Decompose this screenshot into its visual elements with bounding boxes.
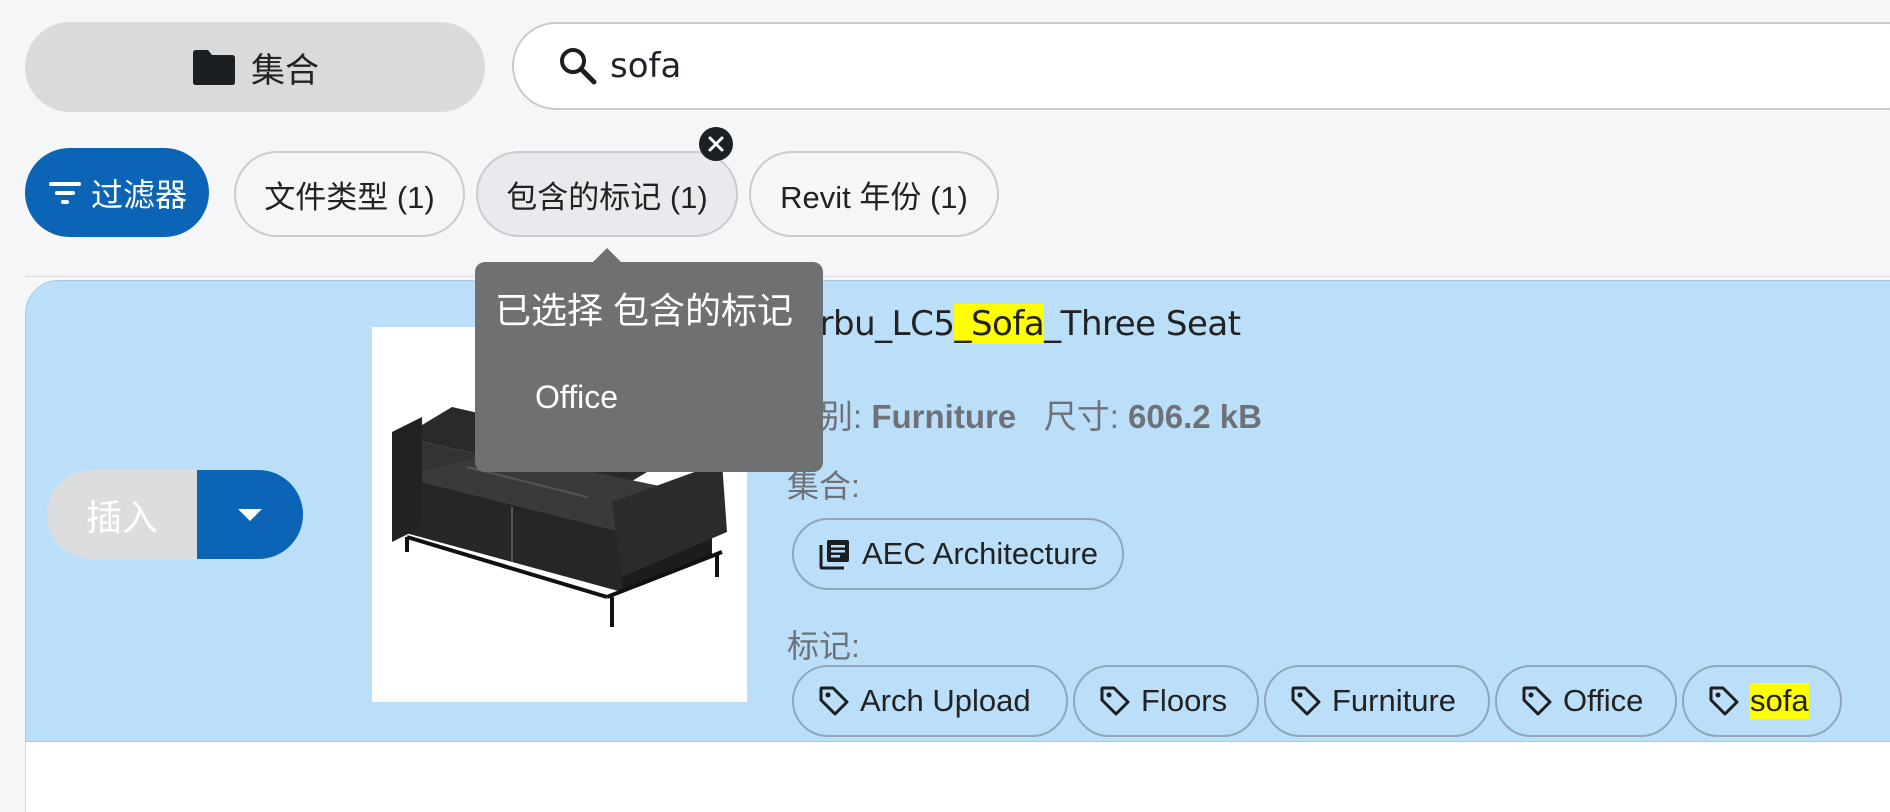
collection-pill[interactable]: AEC Architecture bbox=[792, 518, 1125, 590]
tag-icon bbox=[1522, 686, 1552, 716]
tag-pill-sofa[interactable]: sofa bbox=[1682, 665, 1842, 737]
tag-icon bbox=[819, 686, 849, 716]
tag-icon bbox=[1291, 686, 1321, 716]
clear-chip-button[interactable] bbox=[699, 127, 733, 161]
tag-pill-furniture[interactable]: Furniture bbox=[1264, 665, 1490, 737]
collection-button-label: 集合 bbox=[251, 51, 319, 90]
size-label: 尺寸: bbox=[1043, 398, 1119, 435]
close-icon bbox=[708, 136, 724, 152]
insert-dropdown-button[interactable] bbox=[197, 470, 303, 559]
chip-included-tags[interactable]: 包含的标记 (1) bbox=[476, 151, 738, 237]
tag-pill-arch-upload[interactable]: Arch Upload bbox=[792, 665, 1068, 737]
tooltip-title: 已选择 包含的标记 bbox=[495, 290, 794, 331]
chip-revit-year[interactable]: Revit 年份 (1) bbox=[749, 151, 999, 237]
tooltip-item: Office bbox=[535, 379, 618, 415]
tag-label: Furniture bbox=[1332, 683, 1457, 718]
library-books-icon bbox=[819, 540, 849, 570]
divider bbox=[25, 276, 1890, 277]
insert-button-label: 插入 bbox=[85, 496, 158, 538]
chip-included-tags-label: 包含的标记 (1) bbox=[506, 179, 708, 215]
caret-down-icon bbox=[238, 508, 262, 521]
filter-icon bbox=[48, 181, 81, 204]
category-value: Furniture bbox=[871, 398, 1017, 435]
tag-label: Arch Upload bbox=[860, 683, 1031, 718]
tag-pill-floors[interactable]: Floors bbox=[1073, 665, 1259, 737]
item-meta: 类别: Furniture 尺寸: 606.2 kB bbox=[787, 390, 1262, 438]
tag-label: Office bbox=[1563, 683, 1644, 718]
tag-pill-office[interactable]: Office bbox=[1495, 665, 1677, 737]
insert-button[interactable]: 插入 bbox=[47, 470, 197, 559]
search-input[interactable] bbox=[608, 45, 1512, 87]
folder-icon bbox=[193, 50, 235, 85]
filter-button[interactable]: 过滤器 bbox=[25, 148, 209, 237]
tag-icon bbox=[1100, 686, 1130, 716]
next-result-card bbox=[25, 742, 1890, 812]
item-title-highlight: _Sofa bbox=[954, 304, 1045, 344]
tag-label-highlight: sofa bbox=[1750, 683, 1809, 719]
item-title[interactable]: Corbu_LC5_Sofa_Three Seat bbox=[776, 304, 1241, 344]
tags-section-label: 标记: bbox=[787, 628, 860, 664]
collection-button[interactable]: 集合 bbox=[25, 22, 485, 112]
search-box[interactable] bbox=[512, 22, 1890, 110]
tag-icon bbox=[1709, 686, 1739, 716]
item-title-suffix: _Three Seat bbox=[1044, 304, 1241, 344]
insert-button-group: 插入 bbox=[47, 470, 303, 559]
chip-revit-year-label: Revit 年份 (1) bbox=[780, 179, 968, 215]
chip-file-type-label: 文件类型 (1) bbox=[264, 179, 435, 215]
search-icon bbox=[560, 48, 597, 85]
filter-button-label: 过滤器 bbox=[90, 176, 187, 213]
tag-label: Floors bbox=[1141, 683, 1228, 718]
collection-pill-label: AEC Architecture bbox=[862, 536, 1099, 571]
selected-tags-tooltip: 已选择 包含的标记 Office bbox=[475, 262, 823, 472]
size-value: 606.2 kB bbox=[1128, 398, 1262, 435]
chip-file-type[interactable]: 文件类型 (1) bbox=[234, 151, 465, 237]
